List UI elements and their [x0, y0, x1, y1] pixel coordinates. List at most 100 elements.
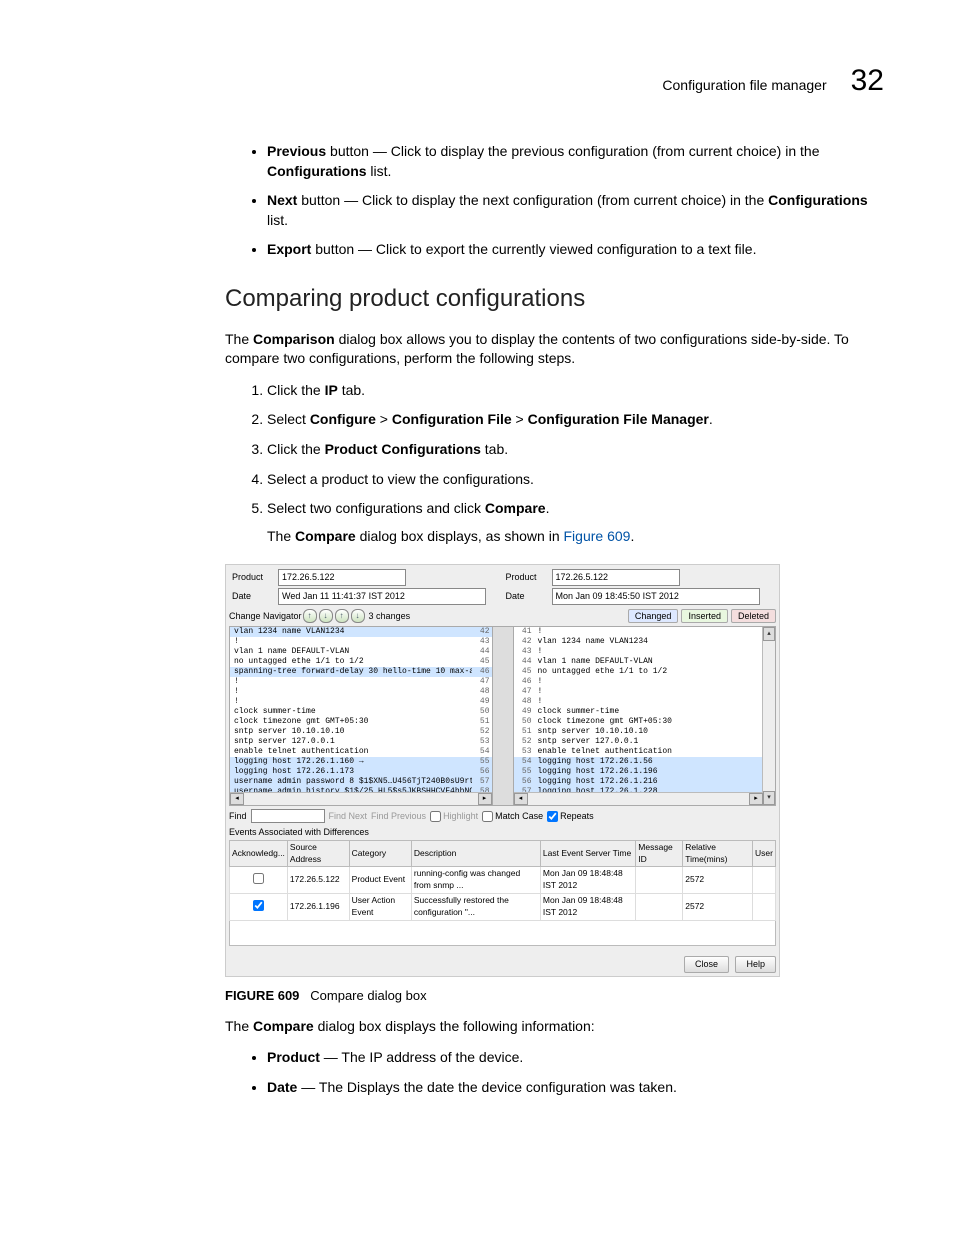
code-line: sntp server 127.0.0.153	[230, 737, 492, 747]
hscroll-left-icon[interactable]: ◂	[514, 793, 528, 805]
code-line: 51sntp server 10.10.10.10	[514, 727, 776, 737]
change-navigator-label: Change Navigator	[229, 610, 302, 623]
step-item: Select a product to view the configurati…	[267, 470, 884, 490]
compare-dialog: Product 172.26.5.122 Product 172.26.5.12…	[225, 564, 780, 976]
code-line: 45 no untagged ethe 1/1 to 1/2	[514, 667, 776, 677]
close-button[interactable]: Close	[684, 956, 729, 973]
help-button[interactable]: Help	[735, 956, 776, 973]
legend-inserted: Inserted	[681, 609, 728, 624]
code-line: vlan 1234 name VLAN123442	[230, 627, 492, 637]
events-column-header[interactable]: Description	[411, 840, 540, 867]
figure-caption: FIGURE 609 Compare dialog box	[225, 987, 884, 1005]
step-item: Select Configure > Configuration File > …	[267, 410, 884, 430]
figure-reference-link[interactable]: Figure 609	[564, 528, 631, 544]
after-bullet: Product — The IP address of the device.	[267, 1048, 884, 1068]
scroll-up-icon[interactable]: ▴	[763, 627, 775, 641]
find-bar: Find Find Next Find Previous Highlight M…	[229, 809, 776, 823]
code-line: 56logging host 172.26.1.216	[514, 777, 776, 787]
code-line: !48	[230, 687, 492, 697]
code-line: 46!	[514, 677, 776, 687]
highlight-checkbox[interactable]	[430, 811, 441, 822]
left-date-field[interactable]: Wed Jan 11 11:41:37 IST 2012	[278, 588, 486, 605]
right-pane[interactable]: ▴ ▾ 41!42vlan 1234 name VLAN123443!44vla…	[513, 626, 777, 806]
left-pane[interactable]: vlan 1234 name VLAN123442!43vlan 1 name …	[229, 626, 493, 806]
intro-bullet-list: Previous button — Click to display the p…	[225, 142, 884, 260]
right-date-field[interactable]: Mon Jan 09 18:45:50 IST 2012	[552, 588, 760, 605]
code-line: vlan 1 name DEFAULT-VLAN44	[230, 647, 492, 657]
code-line: 47!	[514, 687, 776, 697]
code-line: clock summer-time50	[230, 707, 492, 717]
events-column-header[interactable]: Relative Time(mins)	[683, 840, 753, 867]
code-line: 53enable telnet authentication	[514, 747, 776, 757]
events-column-header[interactable]: User	[753, 840, 776, 867]
events-column-header[interactable]: Message ID	[636, 840, 683, 867]
intro-bullet: Next button — Click to display the next …	[267, 191, 884, 230]
events-column-header[interactable]: Last Event Server Time	[540, 840, 635, 867]
find-next-button[interactable]: Find Next	[329, 810, 368, 823]
vertical-scrollbar[interactable]: ▴ ▾	[762, 627, 775, 805]
code-line: 44vlan 1 name DEFAULT-VLAN	[514, 657, 776, 667]
figure-block: Product 172.26.5.122 Product 172.26.5.12…	[225, 564, 884, 1005]
code-line: 52sntp server 127.0.0.1	[514, 737, 776, 747]
after-intro: The Compare dialog box displays the foll…	[225, 1017, 884, 1037]
match-case-label: Match Case	[495, 810, 543, 823]
pane-gutter	[493, 626, 513, 806]
code-line: !49	[230, 697, 492, 707]
code-line: username admin password 8 $1$XN5…U456TjT…	[230, 777, 492, 787]
code-line: !47	[230, 677, 492, 687]
intro-bullet: Export button — Click to export the curr…	[267, 240, 884, 260]
left-date-label: Date	[229, 587, 275, 606]
table-row[interactable]: 172.26.1.196User Action EventSuccessfull…	[230, 894, 776, 921]
section-heading: Comparing product configurations	[225, 282, 884, 316]
left-product-field[interactable]: 172.26.5.122	[278, 569, 406, 586]
find-label: Find	[229, 810, 247, 823]
after-bullet: Date — The Displays the date the device …	[267, 1078, 884, 1098]
header-page-number: 32	[851, 60, 884, 102]
code-line: enable telnet authentication54	[230, 747, 492, 757]
nav-first-diff-icon[interactable]: ↑	[335, 609, 349, 623]
code-line: !43	[230, 637, 492, 647]
events-column-header[interactable]: Category	[349, 840, 411, 867]
code-line: 54logging host 172.26.1.56	[514, 757, 776, 767]
section-intro: The Comparison dialog box allows you to …	[225, 330, 884, 369]
code-line: sntp server 10.10.10.1052	[230, 727, 492, 737]
code-line: 50clock timezone gmt GMT+05:30	[514, 717, 776, 727]
right-product-label: Product	[503, 568, 549, 587]
events-table: Acknowledg...Source AddressCategoryDescr…	[229, 840, 776, 921]
ack-checkbox[interactable]	[253, 900, 264, 911]
hscroll-right-icon[interactable]: ▸	[478, 793, 492, 805]
header-title: Configuration file manager	[662, 76, 826, 96]
legend-deleted: Deleted	[731, 609, 776, 624]
code-line: 43!	[514, 647, 776, 657]
find-previous-button[interactable]: Find Previous	[371, 810, 426, 823]
nav-next-diff-icon[interactable]: ↓	[319, 609, 333, 623]
nav-last-diff-icon[interactable]: ↓	[351, 609, 365, 623]
code-line: 42vlan 1234 name VLAN1234	[514, 637, 776, 647]
compare-panes: vlan 1234 name VLAN123442!43vlan 1 name …	[229, 626, 776, 806]
left-product-label: Product	[229, 568, 275, 587]
right-product-field[interactable]: 172.26.5.122	[552, 569, 680, 586]
code-line: spanning-tree forward-delay 30 hello-tim…	[230, 667, 492, 677]
step-item: Click the IP tab.	[267, 381, 884, 401]
code-line: 48!	[514, 697, 776, 707]
code-line: clock timezone gmt GMT+05:3051	[230, 717, 492, 727]
repeats-checkbox[interactable]	[547, 811, 558, 822]
find-input[interactable]	[251, 809, 325, 823]
code-line: logging host 172.26.1.17356	[230, 767, 492, 777]
events-column-header[interactable]: Source Address	[287, 840, 349, 867]
hscroll-right-icon[interactable]: ▸	[749, 793, 763, 805]
events-header: Events Associated with Differences	[229, 826, 776, 839]
code-line: no untagged ethe 1/1 to 1/245	[230, 657, 492, 667]
scroll-down-icon[interactable]: ▾	[763, 791, 775, 805]
ack-checkbox[interactable]	[253, 873, 264, 884]
code-line: 41!	[514, 627, 776, 637]
right-date-label: Date	[503, 587, 549, 606]
table-row[interactable]: 172.26.5.122Product Eventrunning-config …	[230, 867, 776, 894]
nav-prev-diff-icon[interactable]: ↑	[303, 609, 317, 623]
repeats-label: Repeats	[560, 810, 594, 823]
events-column-header[interactable]: Acknowledg...	[230, 840, 288, 867]
legend-changed: Changed	[628, 609, 679, 624]
hscroll-left-icon[interactable]: ◂	[230, 793, 244, 805]
match-case-checkbox[interactable]	[482, 811, 493, 822]
code-line: 55logging host 172.26.1.196	[514, 767, 776, 777]
